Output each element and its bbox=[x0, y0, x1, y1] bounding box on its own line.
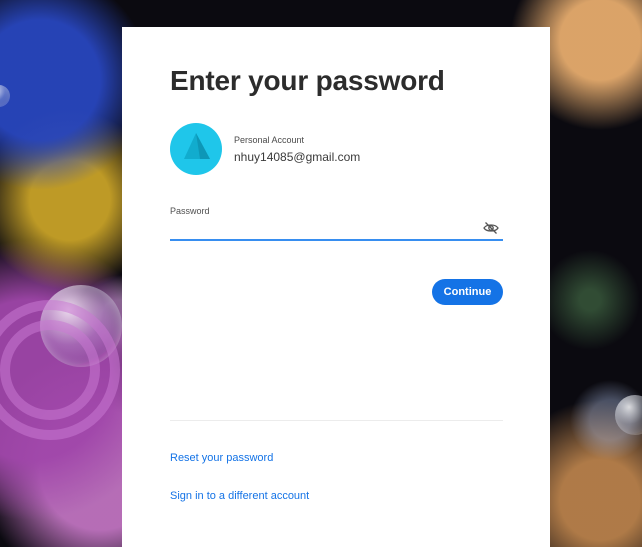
decor-bubble bbox=[615, 395, 642, 435]
password-input[interactable] bbox=[170, 219, 470, 237]
continue-button[interactable]: Continue bbox=[432, 279, 503, 305]
reset-password-link[interactable]: Reset your password bbox=[170, 452, 273, 464]
divider bbox=[170, 420, 503, 421]
account-type-label: Personal Account bbox=[234, 134, 305, 145]
account-email: nhuy14085@gmail.com bbox=[234, 149, 361, 164]
avatar-shape-icon bbox=[184, 133, 210, 159]
account-summary: Personal Account nhuy14085@gmail.com bbox=[170, 123, 360, 175]
password-label: Password bbox=[170, 206, 210, 216]
decor-swirl bbox=[0, 320, 100, 420]
page-title: Enter your password bbox=[170, 65, 445, 96]
account-info: Personal Account nhuy14085@gmail.com bbox=[234, 135, 360, 164]
eye-slash-icon[interactable] bbox=[483, 221, 499, 235]
avatar bbox=[170, 123, 222, 175]
decor-bubble bbox=[0, 85, 10, 107]
sign-in-card: Enter your password Personal Account nhu… bbox=[122, 27, 550, 547]
password-field bbox=[170, 219, 503, 241]
different-account-link[interactable]: Sign in to a different account bbox=[170, 490, 309, 502]
